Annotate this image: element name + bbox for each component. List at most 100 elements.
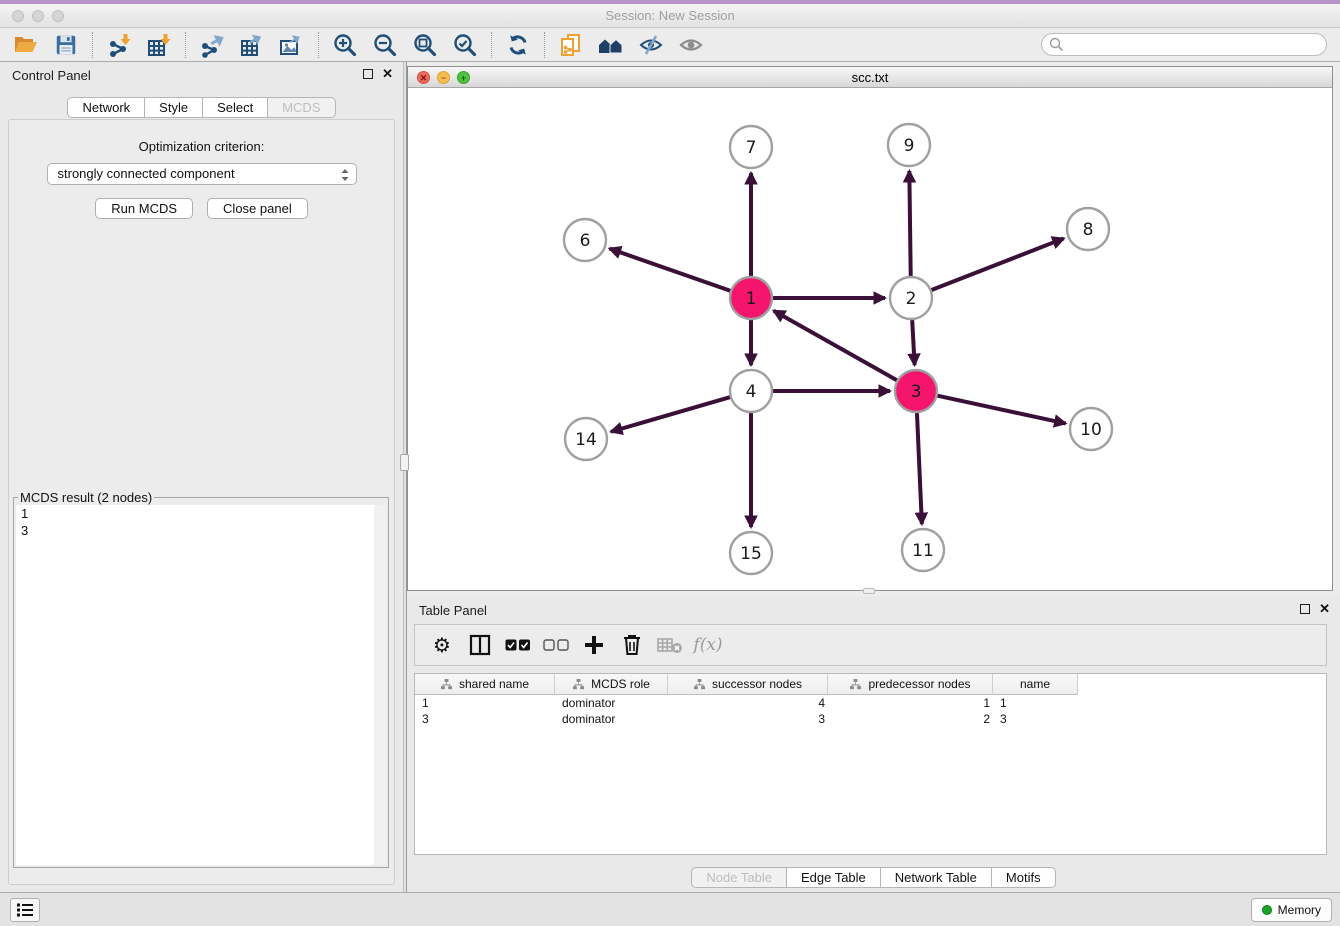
table-cell[interactable]: 1	[828, 695, 993, 711]
table-tab-node-table[interactable]: Node Table	[691, 867, 787, 888]
graph-node-3[interactable]: 3	[895, 370, 937, 412]
table-cell[interactable]: 2	[828, 711, 993, 727]
graph-node-1[interactable]: 1	[730, 277, 772, 319]
table-cell[interactable]: 3	[993, 711, 1078, 727]
deselect-all-button[interactable]	[537, 628, 575, 662]
edge-3-10[interactable]	[937, 396, 1065, 424]
delete-row-button[interactable]	[613, 628, 651, 662]
hide-results-button[interactable]	[631, 30, 671, 60]
graph-node-15[interactable]: 15	[730, 532, 772, 574]
zoom-selected-button[interactable]	[445, 30, 485, 60]
close-panel-icon[interactable]: ✕	[382, 68, 393, 80]
column-header-predecessor-nodes[interactable]: predecessor nodes	[828, 674, 993, 695]
graph-node-10[interactable]: 10	[1070, 408, 1112, 450]
graph-node-7[interactable]: 7	[730, 126, 772, 168]
function-builder-button[interactable]: f(x)	[689, 628, 727, 662]
attribute-type-icon	[440, 678, 453, 691]
node-label: 4	[746, 382, 757, 402]
edge-2-9[interactable]	[909, 171, 910, 276]
graph-node-6[interactable]: 6	[564, 219, 606, 261]
graph-node-14[interactable]: 14	[565, 418, 607, 460]
zoom-fit-button[interactable]	[405, 30, 445, 60]
home-icon	[597, 32, 625, 58]
open-folder-icon	[13, 32, 39, 58]
table-cell[interactable]: dominator	[555, 695, 668, 711]
import-network-button[interactable]	[99, 30, 139, 60]
export-network-button[interactable]	[192, 30, 232, 60]
status-bar: Memory	[0, 892, 1340, 926]
zoom-in-button[interactable]	[325, 30, 365, 60]
add-row-button[interactable]	[575, 628, 613, 662]
show-columns-button[interactable]	[461, 628, 499, 662]
close-table-panel-icon[interactable]: ✕	[1319, 603, 1330, 615]
network-graph[interactable]: 7 9 6 8 1 2 4 3 14 10 15 11	[408, 88, 1332, 590]
graph-node-9[interactable]: 9	[888, 124, 930, 166]
table-cell[interactable]: dominator	[555, 711, 668, 727]
close-panel-button[interactable]: Close panel	[207, 198, 308, 219]
table-cell[interactable]: 3	[668, 711, 828, 727]
vertical-splitter-handle[interactable]	[400, 454, 409, 471]
tab-network[interactable]: Network	[67, 97, 145, 118]
zoom-out-button[interactable]	[365, 30, 405, 60]
task-history-button[interactable]	[10, 898, 40, 922]
control-panel-header: Control Panel ✕	[0, 62, 403, 90]
zoom-in-icon	[332, 32, 358, 58]
edge-3-1[interactable]	[774, 311, 897, 380]
edge-3-11[interactable]	[917, 413, 922, 524]
memory-button[interactable]: Memory	[1251, 898, 1332, 922]
optimization-criterion-select[interactable]: strongly connected component	[47, 163, 357, 185]
mcds-result-list[interactable]: 13	[16, 505, 386, 865]
edge-2-8[interactable]	[931, 238, 1063, 290]
save-session-button[interactable]	[46, 30, 86, 60]
show-results-button[interactable]	[671, 30, 711, 60]
column-header-shared-name[interactable]: shared name	[415, 674, 555, 695]
search-input[interactable]	[1041, 33, 1327, 56]
table-cell[interactable]: 4	[668, 695, 828, 711]
delete-table-button[interactable]	[651, 628, 689, 662]
column-label: shared name	[459, 677, 529, 691]
plus-icon	[584, 635, 604, 655]
table-settings-button[interactable]: ⚙	[423, 628, 461, 662]
import-table-button[interactable]	[139, 30, 179, 60]
tab-style[interactable]: Style	[145, 97, 203, 118]
edge-1-6[interactable]	[610, 249, 731, 291]
table-cell[interactable]: 3	[415, 711, 555, 727]
tab-mcds[interactable]: MCDS	[268, 97, 335, 118]
table-cell[interactable]: 1	[993, 695, 1078, 711]
open-session-button[interactable]	[6, 30, 46, 60]
table-cell[interactable]: 1	[415, 695, 555, 711]
column-header-MCDS-role[interactable]: MCDS role	[555, 674, 668, 695]
float-panel-icon[interactable]	[363, 69, 373, 79]
horizontal-splitter-handle[interactable]	[863, 588, 875, 594]
select-all-button[interactable]	[499, 628, 537, 662]
column-header-name[interactable]: name	[993, 674, 1078, 695]
float-table-panel-icon[interactable]	[1300, 604, 1310, 614]
home-button[interactable]	[591, 30, 631, 60]
network-view-window: ✕ − + scc.txt 7968124314101511	[407, 66, 1333, 591]
export-image-button[interactable]	[272, 30, 312, 60]
column-header-successor-nodes[interactable]: successor nodes	[668, 674, 828, 695]
search-icon	[1049, 37, 1064, 52]
graph-node-4[interactable]: 4	[730, 370, 772, 412]
tab-select[interactable]: Select	[203, 97, 268, 118]
memory-label: Memory	[1278, 903, 1321, 917]
edge-4-14[interactable]	[611, 397, 730, 432]
clone-network-button[interactable]	[551, 30, 591, 60]
graph-node-11[interactable]: 11	[902, 529, 944, 571]
table-tab-network-table[interactable]: Network Table	[881, 867, 992, 888]
edge-2-3[interactable]	[912, 320, 914, 365]
network-canvas[interactable]: 7 9 6 8 1 2 4 3 14 10 15 11	[408, 88, 1332, 590]
column-label: name	[1020, 677, 1050, 691]
export-table-button[interactable]	[232, 30, 272, 60]
zoom-out-icon	[372, 32, 398, 58]
refresh-layout-button[interactable]	[498, 30, 538, 60]
graph-node-2[interactable]: 2	[890, 277, 932, 319]
attribute-type-icon	[572, 678, 585, 691]
graph-node-8[interactable]: 8	[1067, 208, 1109, 250]
toolbar-separator	[544, 32, 545, 58]
table-tab-motifs[interactable]: Motifs	[992, 867, 1056, 888]
table-tab-edge-table[interactable]: Edge Table	[787, 867, 881, 888]
run-mcds-button[interactable]: Run MCDS	[95, 198, 193, 219]
result-scrollbar[interactable]	[374, 505, 386, 865]
column-label: predecessor nodes	[868, 677, 970, 691]
